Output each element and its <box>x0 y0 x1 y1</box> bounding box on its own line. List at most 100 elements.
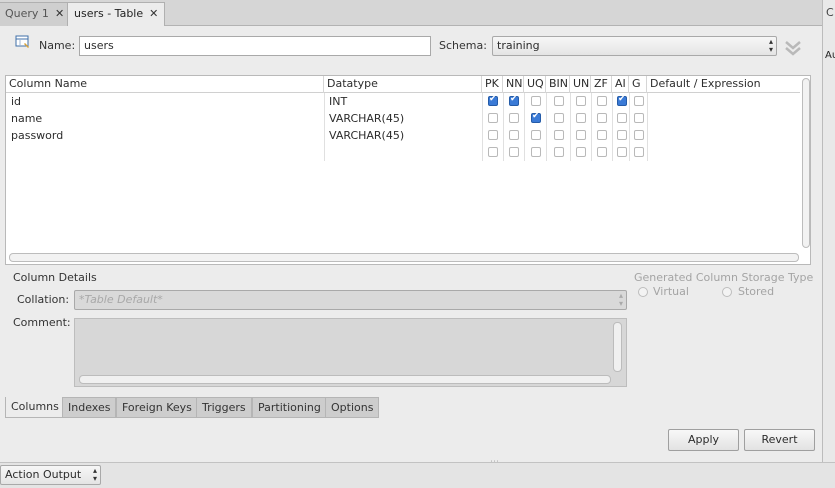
columns-grid: Column Name Datatype PK NN UQ BIN UN ZF … <box>5 75 811 265</box>
checkbox-ai[interactable] <box>617 94 627 106</box>
name-input[interactable]: users <box>79 36 431 56</box>
checkbox-ai[interactable] <box>617 130 627 140</box>
comment-vertical-scrollbar[interactable] <box>613 322 622 372</box>
resize-grip-icon[interactable]: ⋯ <box>490 457 499 467</box>
cell-datatype[interactable]: INT <box>324 93 347 110</box>
schema-value: training <box>497 39 540 52</box>
revert-button[interactable]: Revert <box>744 429 815 451</box>
checkbox-bin[interactable] <box>554 113 564 123</box>
checkbox-nn[interactable] <box>509 147 519 157</box>
tab-bar: Query 1 ✕ users - Table ✕ <box>0 0 822 27</box>
collation-label: Collation: <box>17 293 70 306</box>
cell-datatype[interactable]: VARCHAR(45) <box>324 127 404 144</box>
checkbox-bin[interactable] <box>554 130 564 140</box>
header-zf[interactable]: ZF <box>591 76 612 93</box>
checkbox-zf[interactable] <box>597 130 607 140</box>
virtual-radio[interactable] <box>638 287 648 297</box>
checkbox-zf[interactable] <box>597 113 607 123</box>
checkbox-un[interactable] <box>576 130 586 140</box>
stored-radio[interactable] <box>722 287 732 297</box>
header-nn[interactable]: NN <box>503 76 524 93</box>
header-bin[interactable]: BIN <box>546 76 570 93</box>
checkbox-un[interactable] <box>576 96 586 106</box>
close-icon[interactable]: ✕ <box>149 7 158 20</box>
tab-users-table[interactable]: users - Table ✕ <box>67 2 166 27</box>
tab-triggers[interactable]: Triggers <box>196 397 252 418</box>
tab-partitioning[interactable]: Partitioning <box>252 397 327 418</box>
grid-header: Column Name Datatype PK NN UQ BIN UN ZF … <box>6 76 800 93</box>
table-row[interactable]: id INT <box>6 93 796 110</box>
checkbox-pk[interactable] <box>488 94 498 106</box>
checkbox-uq[interactable] <box>531 96 541 106</box>
column-details-title: Column Details <box>13 271 97 284</box>
schema-select[interactable]: training ▴ ▾ <box>492 36 777 56</box>
table-row[interactable]: name VARCHAR(45) <box>6 110 796 127</box>
checkbox-uq[interactable] <box>531 111 541 123</box>
checkbox-pk[interactable] <box>488 113 498 123</box>
spinner-icon: ▴ ▾ <box>92 466 97 483</box>
close-icon[interactable]: ✕ <box>55 7 64 20</box>
comment-horizontal-scrollbar[interactable] <box>79 375 611 384</box>
checkbox-pk[interactable] <box>488 130 498 140</box>
right-side-panel: C Au <box>822 0 835 462</box>
cell-column-name[interactable]: name <box>6 110 42 127</box>
action-output-select[interactable]: Action Output ▴ ▾ <box>0 465 101 485</box>
right-panel-text: Au <box>825 50 835 61</box>
checkbox-un[interactable] <box>576 113 586 123</box>
stored-label: Stored <box>738 285 775 298</box>
horizontal-scrollbar[interactable] <box>9 253 799 262</box>
checkbox-g[interactable] <box>634 113 644 123</box>
apply-button[interactable]: Apply <box>668 429 739 451</box>
spinner-icon: ▴ ▾ <box>768 37 773 54</box>
comment-textarea[interactable] <box>74 318 627 387</box>
tab-query-1[interactable]: Query 1 ✕ <box>0 2 72 26</box>
header-uq[interactable]: UQ <box>524 76 546 93</box>
cell-column-name[interactable]: password <box>6 127 63 144</box>
checkbox-nn[interactable] <box>509 130 519 140</box>
checkbox-pk[interactable] <box>488 147 498 157</box>
checkbox-ai[interactable] <box>617 147 627 157</box>
header-column-name[interactable]: Column Name <box>6 76 324 93</box>
storage-type-title: Generated Column Storage Type <box>634 271 814 284</box>
checkbox-uq[interactable] <box>531 147 541 157</box>
spinner-icon: ▴ ▾ <box>618 291 623 308</box>
comment-label: Comment: <box>13 316 71 329</box>
tab-foreign-keys[interactable]: Foreign Keys <box>116 397 198 418</box>
checkbox-nn[interactable] <box>509 94 519 106</box>
header-ai[interactable]: AI <box>612 76 629 93</box>
checkbox-g[interactable] <box>634 130 644 140</box>
checkbox-ai[interactable] <box>617 113 627 123</box>
collapse-chevron-icon[interactable] <box>783 38 803 58</box>
header-g[interactable]: G <box>629 76 647 93</box>
virtual-label: Virtual <box>653 285 689 298</box>
tab-options[interactable]: Options <box>325 397 380 418</box>
checkbox-bin[interactable] <box>554 96 564 106</box>
cell-datatype[interactable]: VARCHAR(45) <box>324 110 404 127</box>
checkbox-zf[interactable] <box>597 147 607 157</box>
tab-columns[interactable]: Columns <box>5 397 65 418</box>
table-icon <box>15 35 31 49</box>
table-row[interactable]: password VARCHAR(45) <box>6 127 796 144</box>
header-default-expression[interactable]: Default / Expression <box>647 76 800 93</box>
action-output-label: Action Output <box>5 468 82 481</box>
name-label: Name: <box>39 39 76 52</box>
checkbox-nn[interactable] <box>509 113 519 123</box>
checkbox-bin[interactable] <box>554 147 564 157</box>
table-row-empty[interactable] <box>6 144 796 161</box>
status-footer: Action Output ▴ ▾ ⋯ <box>0 457 835 488</box>
tab-label: users - Table <box>74 7 144 20</box>
tab-indexes[interactable]: Indexes <box>62 397 117 418</box>
header-datatype[interactable]: Datatype <box>324 76 482 93</box>
cell-column-name[interactable]: id <box>6 93 21 110</box>
checkbox-un[interactable] <box>576 147 586 157</box>
collation-select[interactable]: *Table Default* ▴ ▾ <box>74 290 627 310</box>
checkbox-uq[interactable] <box>531 130 541 140</box>
checkbox-g[interactable] <box>634 96 644 106</box>
checkbox-g[interactable] <box>634 147 644 157</box>
header-un[interactable]: UN <box>570 76 591 93</box>
header-pk[interactable]: PK <box>482 76 503 93</box>
checkbox-zf[interactable] <box>597 96 607 106</box>
schema-label: Schema: <box>439 39 487 52</box>
vertical-scrollbar[interactable] <box>802 78 810 248</box>
right-panel-tab[interactable]: C <box>826 6 834 19</box>
